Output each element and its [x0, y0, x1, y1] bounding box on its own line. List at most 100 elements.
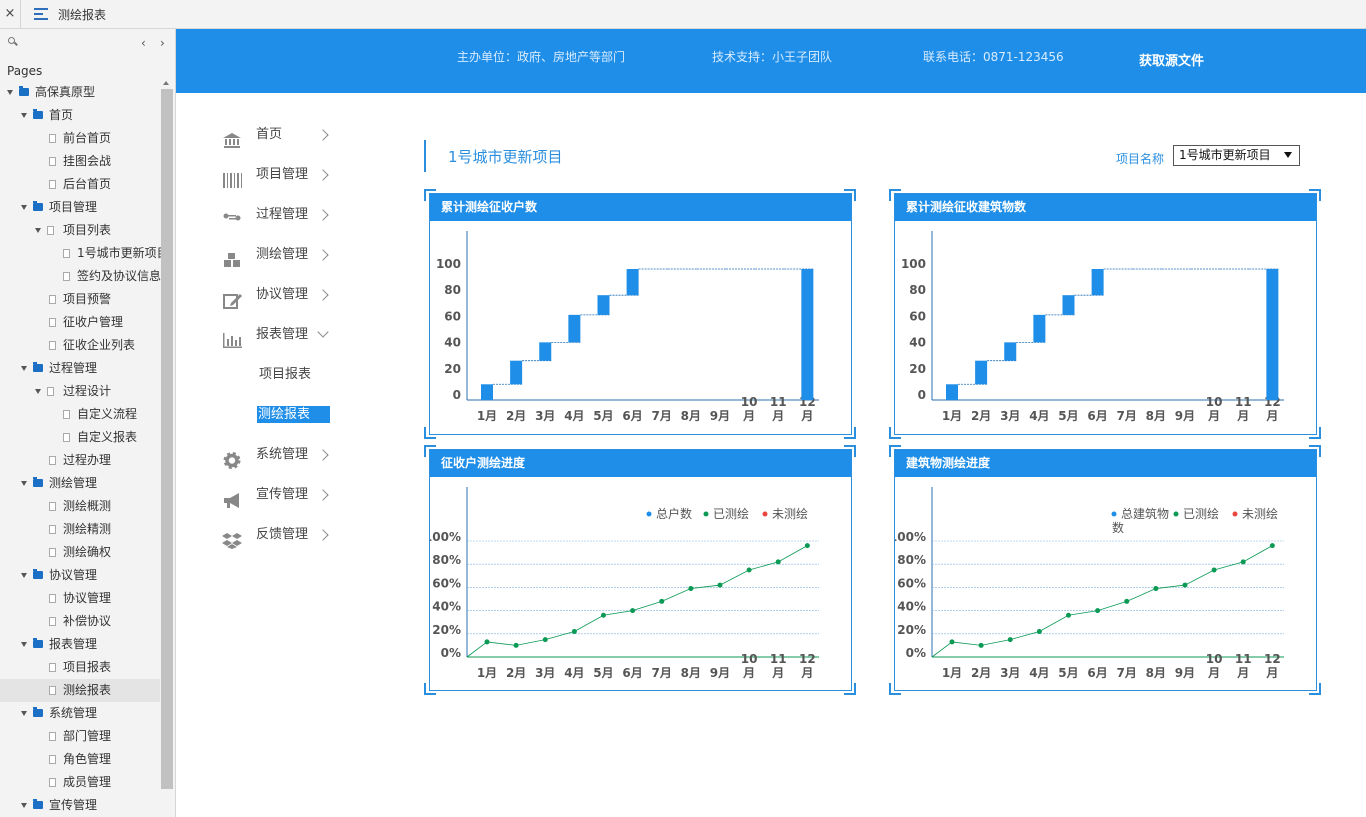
- y-tick-label: 40%: [897, 600, 926, 614]
- x-tick-label: 9月: [1175, 666, 1195, 680]
- page-icon: [49, 732, 56, 741]
- expand-triangle-icon[interactable]: [21, 481, 27, 486]
- page-icon: [49, 755, 56, 764]
- tree-item[interactable]: 自定义流程: [0, 403, 160, 426]
- tree-item[interactable]: 宣传管理: [0, 794, 160, 817]
- nav-item[interactable]: 项目管理: [222, 155, 352, 195]
- bar: [1004, 342, 1017, 361]
- page-icon: [49, 594, 56, 603]
- nav-item[interactable]: 首页: [222, 115, 352, 155]
- tree-item[interactable]: 项目预警: [0, 288, 160, 311]
- y-tick-label: 100%: [430, 530, 461, 544]
- page-icon: [49, 456, 56, 465]
- x-tick-label: 9月: [710, 409, 730, 423]
- sidebar-scrollbar[interactable]: [161, 89, 173, 789]
- tree-item[interactable]: 角色管理: [0, 748, 160, 771]
- expand-triangle-icon[interactable]: [21, 113, 27, 118]
- nav-item[interactable]: 测绘管理: [222, 235, 352, 275]
- dropbox-icon: [222, 526, 242, 549]
- tree-item[interactable]: 1号城市更新项目: [0, 242, 169, 265]
- x-tick-label: 1月: [477, 409, 497, 423]
- tree-item[interactable]: 过程设计: [0, 380, 160, 403]
- expand-triangle-icon[interactable]: [21, 711, 27, 716]
- x-tick-label: 7月: [1117, 409, 1137, 423]
- data-point: [688, 586, 694, 592]
- tree-item[interactable]: 系统管理: [0, 702, 160, 725]
- tree-item[interactable]: 测绘概测: [0, 495, 160, 518]
- tree-item[interactable]: 过程管理: [0, 357, 160, 380]
- x-tick-label: 月: [800, 666, 813, 680]
- x-tick-label: 9月: [1175, 409, 1195, 423]
- close-icon[interactable]: ×: [0, 0, 21, 28]
- page-tree: 高保真原型首页 前台首页 挂图会战 后台首页 项目管理 项目列表 1号城市更新项目签约及协议…: [0, 81, 169, 817]
- caret-down-icon: [1284, 152, 1292, 158]
- expand-right-icon[interactable]: ›: [160, 36, 165, 50]
- tree-item[interactable]: 挂图会战: [0, 150, 160, 173]
- tree-item[interactable]: 成员管理: [0, 771, 160, 794]
- expand-triangle-icon[interactable]: [7, 90, 13, 95]
- get-source-link[interactable]: 获取源文件: [1139, 50, 1204, 69]
- tree-item[interactable]: 测绘管理: [0, 472, 160, 495]
- expand-triangle-icon[interactable]: [35, 228, 41, 233]
- search-icon[interactable]: [8, 37, 18, 47]
- tree-item[interactable]: 部门管理: [0, 725, 160, 748]
- nav-item[interactable]: 报表管理: [222, 315, 352, 355]
- tree-item[interactable]: 补偿协议: [0, 610, 160, 633]
- nav-item-label: 宣传管理: [256, 487, 309, 502]
- expand-triangle-icon[interactable]: [21, 366, 27, 371]
- x-tick-label: 4月: [1029, 409, 1049, 423]
- page-icon: [49, 157, 56, 166]
- tree-item[interactable]: 高保真原型: [0, 81, 160, 104]
- x-tick-label: 1月: [942, 409, 962, 423]
- nav-item[interactable]: 过程管理: [222, 195, 352, 235]
- tree-item[interactable]: 征收户管理: [0, 311, 160, 334]
- bar: [626, 269, 639, 296]
- y-tick-label: 80: [444, 283, 461, 297]
- chart-card: 累计测绘征收户数 0 20 40 60 80 100 1月 2月 3月 4月 5月 6月 7月 8月 9月 10…: [429, 193, 852, 435]
- nav-subitem[interactable]: 项目报表: [222, 355, 352, 395]
- nav-item[interactable]: 系统管理: [222, 435, 352, 475]
- page-icon: [49, 778, 56, 787]
- expand-triangle-icon[interactable]: [35, 389, 41, 394]
- tree-item[interactable]: 首页: [0, 104, 160, 127]
- legend-label: 未测绘: [1242, 506, 1278, 521]
- tree-item[interactable]: 报表管理: [0, 633, 160, 656]
- chart-title: 累计测绘征收建筑物数: [895, 194, 1316, 221]
- phone-info: 联系电话：0871-123456: [923, 50, 1064, 64]
- nav-subitem[interactable]: 测绘报表: [222, 395, 352, 435]
- menu-icon[interactable]: [34, 8, 48, 20]
- expand-triangle-icon[interactable]: [21, 573, 27, 578]
- tree-item[interactable]: 协议管理: [0, 564, 160, 587]
- nav-item[interactable]: 宣传管理: [222, 475, 352, 515]
- tree-item[interactable]: 自定义报表: [0, 426, 160, 449]
- tree-item[interactable]: 测绘报表: [0, 679, 160, 702]
- tree-item[interactable]: 签约及协议信息: [0, 265, 162, 288]
- nav-item[interactable]: 协议管理: [222, 275, 352, 315]
- expand-triangle-icon[interactable]: [21, 642, 27, 647]
- tree-item[interactable]: 测绘精测: [0, 518, 160, 541]
- header-banner: 主办单位：政府、房地产等部门 技术支持：小王子团队 联系电话：0871-1234…: [176, 29, 1366, 93]
- tree-item[interactable]: 后台首页: [0, 173, 160, 196]
- tree-item[interactable]: 项目管理: [0, 196, 160, 219]
- page-tab-title[interactable]: 测绘报表: [58, 6, 106, 23]
- tree-item-label: 项目预警: [63, 292, 112, 306]
- chart-svg: 0%20%40%60%80%100%1月2月3月4月5月6月7月8月9月10月1…: [430, 487, 819, 680]
- project-select[interactable]: 1号城市更新项目: [1173, 145, 1300, 166]
- tree-item[interactable]: 项目列表: [0, 219, 160, 242]
- bar: [1062, 295, 1075, 315]
- tree-item[interactable]: 测绘确权: [0, 541, 160, 564]
- tree-item[interactable]: 征收企业列表: [0, 334, 160, 357]
- y-tick-label: 40: [444, 336, 461, 350]
- expand-triangle-icon[interactable]: [21, 803, 27, 808]
- tree-item[interactable]: 过程办理: [0, 449, 160, 472]
- scroll-up-icon[interactable]: [163, 81, 169, 85]
- tree-item[interactable]: 协议管理: [0, 587, 160, 610]
- nav-item[interactable]: 反馈管理: [222, 515, 352, 555]
- tree-item[interactable]: 前台首页: [0, 127, 160, 150]
- tree-item[interactable]: 项目报表: [0, 656, 160, 679]
- tree-item-label: 高保真原型: [35, 85, 96, 99]
- collapse-left-icon[interactable]: ‹: [141, 36, 146, 50]
- tree-item-label: 签约及协议信息: [77, 269, 162, 283]
- expand-triangle-icon[interactable]: [21, 205, 27, 210]
- tree-item-label: 部门管理: [63, 729, 112, 743]
